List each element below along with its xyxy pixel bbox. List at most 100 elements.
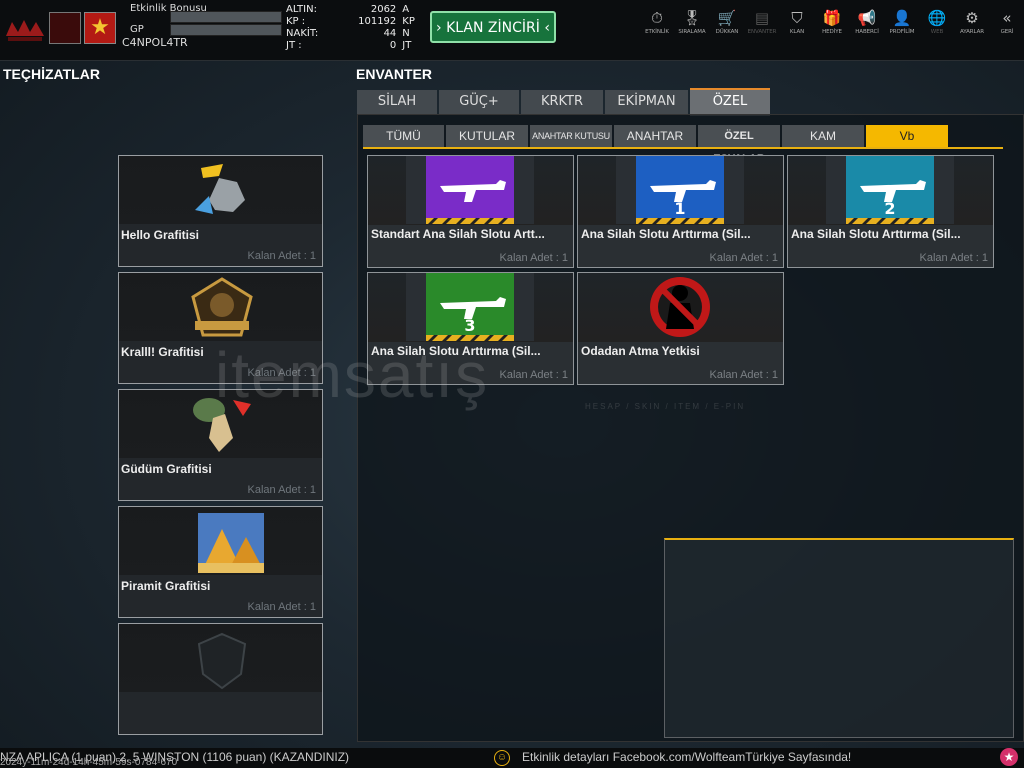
item-count: Kalan Adet : 1 [499, 252, 569, 264]
event-bonus-bar [170, 11, 282, 23]
nav-haberci-button[interactable]: 📢 HABERCİ [850, 8, 884, 52]
tab-character[interactable]: KRKTR [521, 90, 603, 114]
megaphone-icon: 📢 [857, 9, 877, 27]
rank-emblem [49, 12, 81, 44]
back-chevrons-icon: « [1002, 9, 1012, 27]
stopwatch-icon: ⏱ [651, 9, 663, 27]
gift-icon: 🎁 [822, 9, 842, 27]
nav-siralama-button[interactable]: 🎖 SIRALAMA [675, 8, 709, 52]
krall-graffiti-image [191, 277, 253, 337]
svg-text:3: 3 [464, 316, 475, 335]
inventory-item[interactable]: 1 Ana Silah Slotu Arttırma (Sil... Kalan… [577, 155, 784, 268]
shield-icon: ⛉ [791, 9, 803, 27]
subtab-keys[interactable]: ANAHTAR [614, 125, 696, 148]
nav-geri-button[interactable]: « GERİ [990, 8, 1024, 52]
ticker-announcement: Etkinlik detayları Facebook.com/Wolfteam… [522, 750, 852, 764]
hello-graffiti-image [195, 164, 245, 214]
nav-label: PROFİLİM [889, 29, 915, 35]
equipment-name: Kralll! Grafitisi [121, 345, 204, 359]
equipment-count: Kalan Adet : 1 [247, 484, 317, 496]
tab-equipment[interactable]: EKİPMAN [605, 90, 688, 114]
subtab-all[interactable]: TÜMÜ [363, 125, 444, 148]
equipment-name: Güdüm Grafitisi [121, 462, 212, 476]
nav-label: ENVANTER [747, 29, 777, 35]
equipment-slot-empty[interactable] [118, 623, 323, 735]
svg-text:2: 2 [884, 199, 895, 218]
nav-label: ETKİNLİK [645, 29, 669, 35]
item-name: Ana Silah Slotu Arttırma (Sil... [581, 227, 751, 241]
currency-row-kp: KP : 101192 KP [286, 16, 415, 27]
ticker-timestamp: 2024y-11m-24d-14h-45m-59s-0784-670 [0, 757, 178, 768]
weapon-slot-image: 2 [826, 156, 954, 224]
equipment-name: Hello Grafitisi [121, 228, 200, 242]
nav-dkkan-button[interactable]: 🛒 DÜKKAN [710, 8, 744, 52]
inventory-icon: ▤ [754, 9, 770, 27]
pyramid-graffiti-image [198, 513, 264, 573]
gp-label: GP [130, 24, 144, 35]
nav-label: SIRALAMA [678, 29, 706, 35]
chevron-right-icon: › [436, 20, 442, 36]
equipment-count: Kalan Adet : 1 [247, 601, 317, 613]
nav-etkinlik-button[interactable]: ⏱ ETKİNLİK [640, 8, 674, 52]
equipment-slot[interactable]: Hello Grafitisi Kalan Adet : 1 [118, 155, 323, 267]
nav-envanter-button[interactable]: ▤ ENVANTER [745, 8, 779, 52]
nav-label: HEDİYE [822, 29, 842, 35]
nav-label: HABERCİ [855, 29, 879, 35]
equipment-name: Piramit Grafitisi [121, 579, 211, 593]
user-icon: ☺ [494, 750, 510, 766]
equipment-count: Kalan Adet : 1 [247, 250, 317, 262]
nav-label: KLAN [789, 29, 805, 35]
star-badge-icon[interactable]: ★ [1000, 748, 1018, 766]
item-name: Standart Ana Silah Slotu Artt... [371, 227, 545, 241]
equipment-title: TEÇHİZATLAR [3, 66, 100, 82]
item-name: Ana Silah Slotu Arttırma (Sil... [791, 227, 961, 241]
nav-label: DÜKKAN [715, 29, 739, 35]
bottom-ticker: NZA APLICA (1 puan) 2. 5 WINSTON (1106 p… [0, 748, 1024, 768]
weapon-slot-image: 3 [406, 273, 534, 341]
item-detail-panel [664, 538, 1014, 738]
nav-label: AYARLAR [960, 29, 984, 35]
nav-label: GERİ [1000, 29, 1014, 35]
equipment-slot[interactable]: Piramit Grafitisi Kalan Adet : 1 [118, 506, 323, 618]
currency-row-jt: JT : 0 JT [286, 40, 412, 51]
cart-icon: 🛒 [717, 9, 737, 27]
inventory-title: ENVANTER [356, 66, 432, 82]
currency-row-cash: NAKİT: 44 N [286, 28, 410, 39]
tab-power[interactable]: GÜÇ+ [439, 90, 519, 114]
subtab-underline [363, 147, 1003, 149]
rank-star-icon: ★ [84, 12, 116, 44]
svg-text:1: 1 [674, 199, 685, 218]
currency-row-gold: ALTIN: 2062 A [286, 4, 410, 15]
nav-profilim-button[interactable]: 👤 PROFİLİM [885, 8, 919, 52]
player-name: C4NPOL4TR [122, 36, 188, 49]
nav-web-button[interactable]: 🌐 WEB [920, 8, 954, 52]
subtab-boxes[interactable]: KUTULAR [446, 125, 528, 148]
nav-klan-button[interactable]: ⛉ KLAN [780, 8, 814, 52]
empty-shield-icon [197, 632, 247, 690]
item-count: Kalan Adet : 1 [919, 252, 989, 264]
medal-icon: 🎖 [682, 9, 702, 27]
inventory-item[interactable]: 2 Ana Silah Slotu Arttırma (Sil... Kalan… [787, 155, 994, 268]
weapon-slot-image [406, 156, 534, 224]
weapon-slot-image: 1 [616, 156, 744, 224]
subtab-camo[interactable]: KAM [782, 125, 864, 148]
subtab-special-items[interactable]: ÖZEL EŞYALAR [698, 125, 780, 165]
subtab-other[interactable]: Vb [866, 125, 948, 148]
gp-bar [170, 24, 282, 36]
clan-chain-button[interactable]: › KLAN ZİNCİRİ ‹ [430, 11, 556, 43]
tab-special[interactable]: ÖZEL [690, 88, 770, 116]
inventory-item[interactable]: Standart Ana Silah Slotu Artt... Kalan A… [367, 155, 574, 268]
watermark: itemsatış HESAP / SKIN / ITEM / E-PIN [215, 339, 746, 411]
globe-icon: 🌐 [927, 9, 947, 27]
nav-hediye-button[interactable]: 🎁 HEDİYE [815, 8, 849, 52]
kick-permission-image [650, 277, 710, 337]
profile-icon: 👤 [892, 9, 912, 27]
item-count: Kalan Adet : 1 [709, 252, 779, 264]
gear-icon: ⚙ [965, 9, 979, 27]
tab-weapon[interactable]: SİLAH [357, 90, 437, 114]
subtab-key-box[interactable]: ANAHTAR KUTUSU [530, 125, 612, 148]
game-logo [6, 20, 44, 41]
nav-ayarlar-button[interactable]: ⚙ AYARLAR [955, 8, 989, 52]
top-bar: ★ Etkinlik Bonusu GP C4NPOL4TR ALTIN: 20… [0, 0, 1024, 61]
currency-panel: ALTIN: 2062 A KP : 101192 KP NAKİT: 44 N… [286, 4, 422, 52]
